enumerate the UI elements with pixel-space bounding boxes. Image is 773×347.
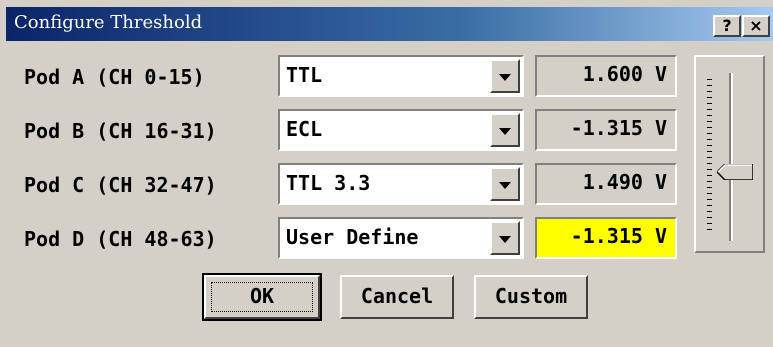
pod-d-voltage-value: -1.315 V (570, 224, 667, 248)
pod-c-voltage-value: 1.490 V (582, 170, 667, 194)
help-button[interactable]: ? (713, 15, 741, 37)
cancel-button[interactable]: Cancel (340, 275, 454, 319)
pod-d-voltage-field[interactable]: -1.315 V (535, 217, 677, 259)
close-button[interactable]: × (742, 15, 770, 37)
pod-b-logic-select[interactable]: ECL (278, 109, 524, 151)
chevron-down-icon (499, 128, 511, 135)
focus-rect (211, 282, 313, 312)
pod-d-logic-value: User Define (286, 225, 419, 249)
pod-a-logic-select[interactable]: TTL (278, 55, 524, 97)
pod-a-logic-value: TTL (286, 63, 323, 87)
chevron-down-icon (499, 74, 511, 81)
title-bar[interactable]: Configure Threshold ? × (6, 7, 773, 41)
pod-c-logic-select[interactable]: TTL 3.3 (278, 163, 524, 205)
configure-threshold-dialog: Configure Threshold ? × Pod A (CH 0-15) … (0, 0, 773, 347)
pod-b-voltage-field[interactable]: -1.315 V (535, 109, 677, 151)
pod-d-logic-select[interactable]: User Define (278, 217, 524, 259)
pod-a-dropdown-button[interactable] (490, 59, 520, 93)
slider-ticks (707, 79, 712, 231)
pod-d-dropdown-button[interactable] (490, 221, 520, 255)
pod-c-voltage-field[interactable]: 1.490 V (535, 163, 677, 205)
pod-b-voltage-value: -1.315 V (570, 116, 667, 140)
slider-thumb[interactable] (717, 164, 753, 181)
pod-b-label: Pod B (CH 16-31) (24, 119, 217, 143)
pod-c-logic-value: TTL 3.3 (286, 171, 371, 195)
pod-a-voltage-value: 1.600 V (582, 62, 667, 86)
pod-a-label: Pod A (CH 0-15) (24, 65, 205, 89)
pod-c-label: Pod C (CH 32-47) (24, 173, 217, 197)
chevron-down-icon (499, 182, 511, 189)
pod-c-dropdown-button[interactable] (490, 167, 520, 201)
slider-track[interactable] (729, 73, 733, 241)
pod-d-label: Pod D (CH 48-63) (24, 227, 217, 251)
pod-b-logic-value: ECL (286, 117, 323, 141)
custom-button[interactable]: Custom (474, 275, 588, 319)
window-title: Configure Threshold (14, 12, 203, 33)
pod-b-dropdown-button[interactable] (490, 113, 520, 147)
chevron-down-icon (499, 236, 511, 243)
pod-a-voltage-field[interactable]: 1.600 V (535, 55, 677, 97)
ok-button[interactable]: OK (202, 273, 322, 321)
threshold-slider-panel (694, 55, 765, 253)
